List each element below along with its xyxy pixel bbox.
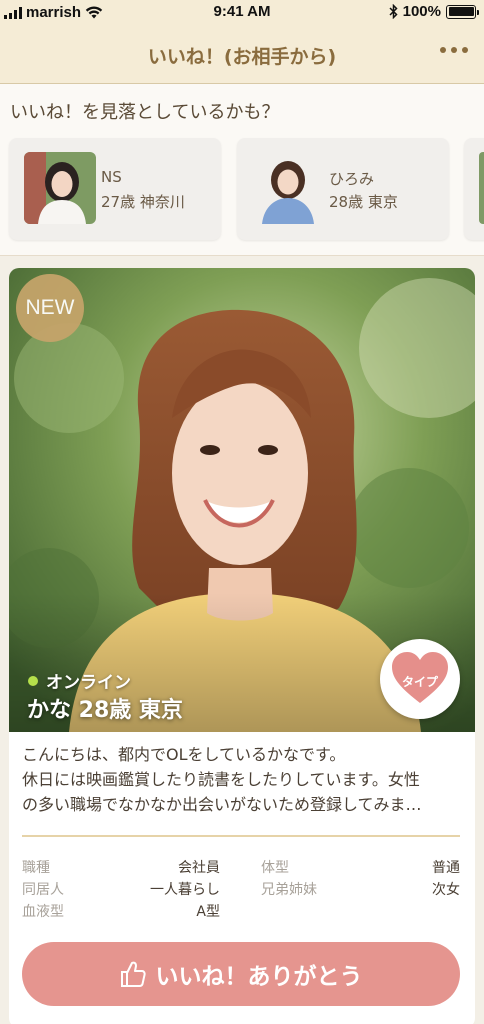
avatar — [24, 152, 96, 224]
bluetooth-icon — [389, 4, 398, 19]
profile-card[interactable]: NEW オンライン かな 28歳 東京 タイプ こんにちは、都内でOLをしている… — [9, 268, 475, 1024]
profile-photo[interactable]: NEW オンライン かな 28歳 東京 タイプ — [9, 268, 475, 732]
spec-value-occupation: 会社員 — [178, 860, 220, 876]
spec-label-blood-type: 血液型 — [22, 904, 64, 920]
missed-user-meta: 27歳 神奈川 — [101, 193, 185, 211]
type-label: タイプ — [401, 675, 438, 689]
spec-label-body-type: 体型 — [261, 860, 289, 876]
nav-bar: いいね！(お相手から) — [0, 26, 484, 84]
avatar — [479, 152, 484, 224]
more-menu-icon[interactable] — [440, 47, 468, 53]
spec-label-housemate: 同居人 — [22, 882, 64, 898]
intro-line: こんにちは、都内でOLをしているかなです。 — [22, 745, 346, 764]
missed-likes-section: いいね！を見落としているかも？ NS 27歳 神奈川 ひろみ 28歳 東京 — [0, 84, 484, 256]
divider — [22, 835, 460, 837]
missed-user-name: NS — [101, 168, 122, 186]
like-thanks-label: いいね！ありがとう — [155, 964, 363, 990]
type-button[interactable]: タイプ — [380, 639, 460, 719]
battery-percent: 100% — [402, 3, 441, 20]
spec-label-occupation: 職種 — [22, 860, 50, 876]
like-thanks-button[interactable]: いいね！ありがとう — [22, 942, 460, 1006]
spec-value-blood-type: A型 — [196, 904, 220, 920]
battery-icon — [446, 4, 479, 19]
online-dot-icon — [28, 675, 38, 686]
intro-line: の多い職場でなかなか出会いがないため登録してみま… — [22, 795, 422, 814]
missed-user-name: ひろみ — [329, 170, 375, 188]
spec-value-body-type: 普通 — [432, 860, 460, 876]
thumbs-up-icon — [120, 961, 146, 987]
avatar — [252, 152, 324, 224]
online-status: オンライン — [28, 668, 131, 693]
missed-likes-title: いいね！を見落としているかも？ — [10, 102, 280, 123]
missed-user-card[interactable]: NS 27歳 神奈川 — [9, 138, 221, 240]
page-title: いいね！(お相手から) — [147, 46, 337, 68]
spec-label-siblings: 兄弟姉妹 — [261, 882, 317, 898]
online-label: オンライン — [46, 673, 131, 693]
intro-line: 休日には映画鑑賞したり読書をしたりしています。女性 — [22, 770, 420, 789]
spec-value-housemate: 一人暮らし — [150, 882, 220, 898]
new-badge: NEW — [16, 274, 84, 342]
missed-user-card[interactable] — [464, 138, 484, 240]
status-bar: marrish 9:41 AM 100% — [0, 0, 484, 26]
status-right: 100% — [389, 3, 479, 20]
profile-name: かな 28歳 東京 — [27, 698, 183, 723]
intro-text: こんにちは、都内でOLをしているかなです。 休日には映画鑑賞したり読書をしたりし… — [22, 742, 466, 817]
spec-value-siblings: 次女 — [432, 882, 460, 898]
missed-user-card[interactable]: ひろみ 28歳 東京 — [237, 138, 449, 240]
missed-user-meta: 28歳 東京 — [329, 193, 398, 211]
